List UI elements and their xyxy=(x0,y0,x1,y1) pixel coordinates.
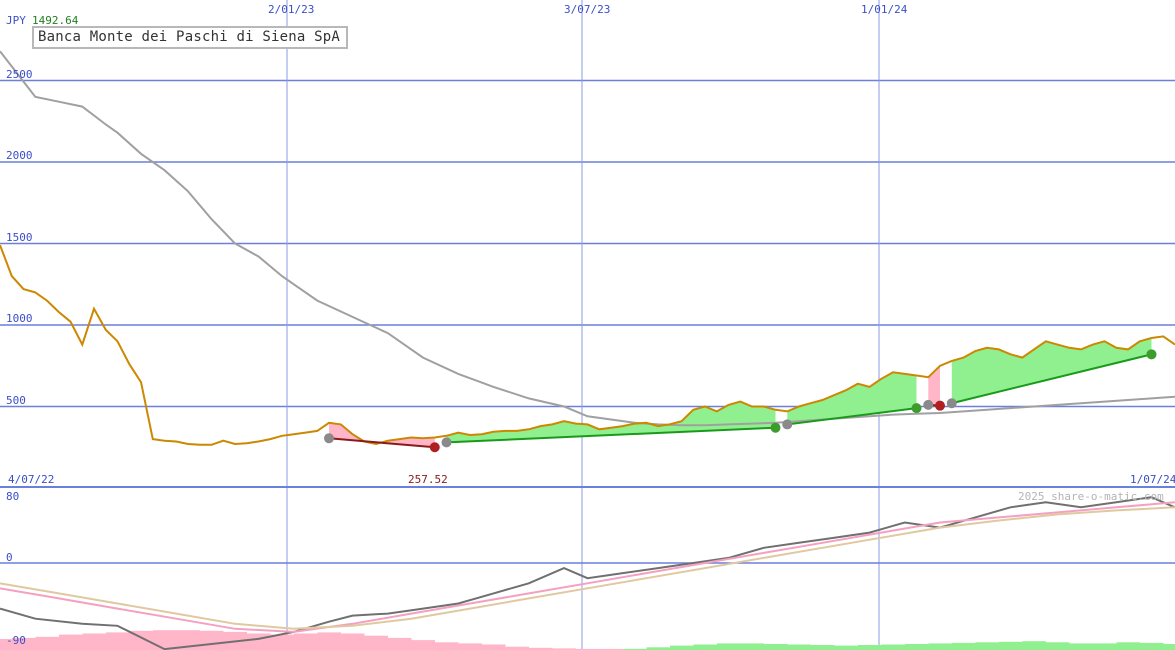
histogram-bar xyxy=(787,644,811,650)
y-tick-label-2500: 2500 xyxy=(6,68,33,81)
start-date-label: 4/07/22 xyxy=(8,473,55,486)
histogram-bar xyxy=(999,641,1023,650)
histogram-bar xyxy=(811,645,835,650)
histogram-bar xyxy=(482,644,506,650)
series-price xyxy=(0,244,1175,446)
last-price-label: 1492.64 xyxy=(32,14,79,27)
osc-tick-label-80: 80 xyxy=(6,490,20,503)
histogram-bar xyxy=(388,637,412,650)
trend-fill-1 xyxy=(446,401,776,443)
histogram-bar xyxy=(364,635,388,650)
chart-title: Banca Monte dei Paschi di Siena SpA xyxy=(32,26,349,49)
histogram-bar xyxy=(59,634,83,650)
histogram-bar xyxy=(1116,642,1140,650)
histogram-bar xyxy=(1140,642,1164,650)
histogram-bar xyxy=(858,645,882,650)
histogram-bar xyxy=(740,643,764,650)
histogram-bar xyxy=(764,644,788,650)
osc-tick-label-0: 0 xyxy=(6,551,13,564)
y-tick-label-2000: 2000 xyxy=(6,149,33,162)
histogram-bar xyxy=(200,630,224,650)
histogram-bar xyxy=(317,632,341,650)
watermark: 2025 share-o-matic.com xyxy=(1018,490,1164,503)
trend-start-marker-1 xyxy=(441,437,452,448)
histogram-bar xyxy=(905,644,929,650)
x-tick-label-0: 2/01/23 xyxy=(268,3,315,16)
histogram-bar xyxy=(1022,641,1046,650)
trend-end-marker-4 xyxy=(1146,349,1157,360)
histogram-bar xyxy=(693,644,717,650)
histogram-bar xyxy=(928,643,952,650)
histogram-bar xyxy=(670,645,694,650)
x-tick-label-1: 3/07/23 xyxy=(564,3,611,16)
histogram-bar xyxy=(35,636,59,650)
histogram-bar xyxy=(82,633,106,650)
trend-end-marker-2 xyxy=(911,403,922,414)
currency-label: JPY xyxy=(6,14,26,27)
osc-series-2 xyxy=(0,506,1175,630)
end-date-label: 1/07/24 xyxy=(1130,473,1175,486)
histogram-bar xyxy=(411,640,435,650)
trend-start-marker-3 xyxy=(923,399,934,410)
histogram-bar xyxy=(106,632,130,650)
y-tick-label-500: 500 xyxy=(6,394,26,407)
histogram-bar xyxy=(294,633,318,650)
osc-tick-label-minus90: -90 xyxy=(6,634,26,647)
low-price-label: 257.52 xyxy=(408,473,448,486)
histogram-bar xyxy=(717,643,741,650)
histogram-bar xyxy=(1093,643,1117,650)
histogram-bar xyxy=(975,642,999,650)
trend-end-marker-1 xyxy=(770,422,781,433)
trend-end-marker-3 xyxy=(935,400,945,411)
histogram-bar xyxy=(1163,644,1175,650)
histogram-bar xyxy=(1069,643,1093,650)
histogram-bar xyxy=(881,644,905,650)
histogram-bar xyxy=(458,643,482,650)
histogram-bar xyxy=(952,642,976,650)
histogram-bar xyxy=(341,633,365,650)
histogram-bar xyxy=(1046,642,1070,650)
histogram-bar xyxy=(834,645,858,650)
histogram-bar xyxy=(247,633,271,650)
histogram-bar xyxy=(270,634,294,650)
y-tick-label-1000: 1000 xyxy=(6,312,33,325)
histogram-bar xyxy=(435,642,459,650)
trend-start-marker-0 xyxy=(324,433,334,444)
trend-start-marker-2 xyxy=(782,419,793,430)
histogram-bar xyxy=(153,630,177,650)
y-tick-label-1500: 1500 xyxy=(6,231,33,244)
trend-start-marker-4 xyxy=(946,398,957,409)
osc-series-1 xyxy=(0,501,1175,633)
x-tick-label-2: 1/01/24 xyxy=(861,3,908,16)
trend-end-marker-0 xyxy=(429,442,440,453)
price-chart xyxy=(0,0,1175,650)
